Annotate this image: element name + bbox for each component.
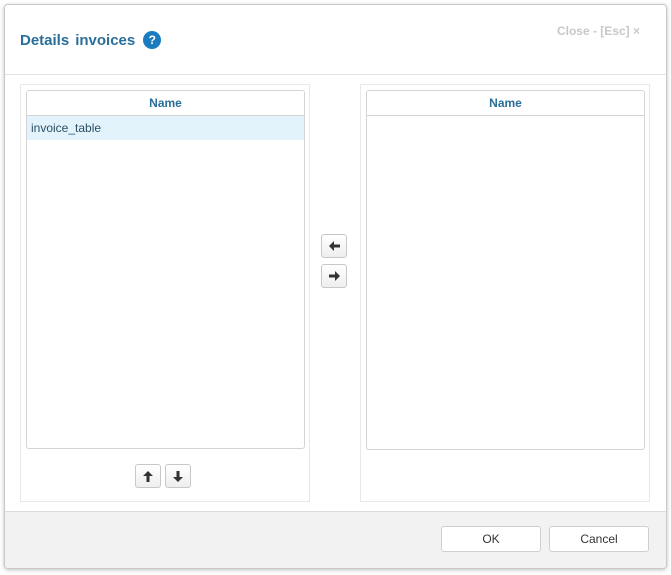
arrow-down-icon (173, 470, 183, 482)
left-column-header-name[interactable]: Name (27, 91, 304, 116)
ok-button[interactable]: OK (441, 526, 541, 552)
help-icon[interactable]: ? (143, 31, 162, 49)
title-word-details: Details (20, 31, 70, 49)
move-up-button[interactable] (135, 464, 161, 488)
arrow-left-icon (328, 241, 340, 251)
dialog: Details invoices ? Close - [Esc] × Name … (4, 4, 667, 569)
move-right-button[interactable] (321, 264, 347, 288)
transfer-buttons (321, 234, 347, 288)
left-panel: Name invoice_table (20, 84, 310, 502)
right-grid: Name (366, 90, 645, 450)
dialog-header: Details invoices ? Close - [Esc] × (5, 5, 666, 75)
left-grid: Name invoice_table (26, 90, 305, 449)
right-column-header-name[interactable]: Name (367, 91, 644, 116)
list-item[interactable]: invoice_table (27, 116, 304, 140)
dialog-title: Details invoices ? (20, 31, 162, 49)
arrow-right-icon (328, 271, 340, 281)
title-word-invoices: invoices (75, 31, 136, 49)
move-left-button[interactable] (321, 234, 347, 258)
move-down-button[interactable] (165, 464, 191, 488)
right-panel: Name (360, 84, 650, 502)
close-button[interactable]: Close - [Esc] × (557, 24, 640, 38)
cancel-button[interactable]: Cancel (549, 526, 649, 552)
dialog-body: Name invoice_table Name (5, 75, 666, 510)
dialog-footer: OK Cancel (5, 511, 666, 568)
order-buttons (135, 464, 191, 488)
arrow-up-icon (143, 470, 153, 482)
